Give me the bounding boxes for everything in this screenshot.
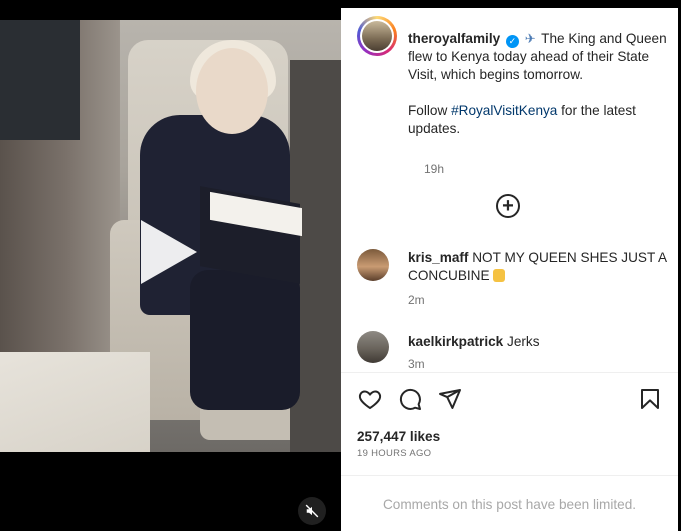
heart-icon <box>358 390 382 410</box>
avatar-image <box>362 21 392 51</box>
person-legs <box>190 270 300 410</box>
like-button[interactable] <box>355 384 385 414</box>
caption-hashtag[interactable]: #RoyalVisitKenya <box>451 103 557 118</box>
video-pane[interactable] <box>0 8 341 531</box>
caption-follow-prefix: Follow <box>408 103 452 118</box>
caption-time: 19h <box>424 162 445 176</box>
save-button[interactable] <box>635 384 665 414</box>
airplane-emoji-icon: ✈ <box>524 31 536 46</box>
comment-button[interactable] <box>395 384 425 414</box>
top-strip <box>0 0 681 8</box>
avatar[interactable] <box>357 16 397 56</box>
comment-body: kris_maff NOT MY QUEEN SHES JUST A CONCU… <box>408 249 668 285</box>
comment-time: 3m <box>408 357 425 371</box>
verified-badge-icon: ✓ <box>505 35 519 48</box>
plus-circle-icon: + <box>502 195 514 217</box>
share-button[interactable] <box>435 384 465 414</box>
caption-text: theroyalfamily ✓ ✈ The King and Queen fl… <box>408 30 670 138</box>
person-head <box>196 48 268 134</box>
comment-bubble-icon <box>399 388 421 410</box>
likes-count[interactable]: 257,447 likes <box>357 429 440 444</box>
mute-button[interactable] <box>298 497 326 525</box>
avatar[interactable] <box>357 331 389 363</box>
divider <box>341 372 678 373</box>
bookmark-icon <box>641 389 659 409</box>
muted-speaker-icon <box>305 504 319 518</box>
comment-time: 2m <box>408 293 425 307</box>
caption-username[interactable]: theroyalfamily <box>408 31 500 46</box>
action-bar <box>357 384 662 414</box>
comment-text: Jerks <box>507 334 540 349</box>
table-corner <box>0 352 150 452</box>
divider <box>341 475 678 476</box>
video-frame[interactable] <box>0 20 341 452</box>
comment-username[interactable]: kris_maff <box>408 250 468 265</box>
load-more-comments-button[interactable]: + <box>496 194 520 218</box>
avatar[interactable] <box>357 249 389 281</box>
raised-fist-emoji-icon <box>493 269 506 282</box>
play-icon[interactable] <box>141 220 197 284</box>
comments-limited-notice: Comments on this post have been limited. <box>382 497 637 512</box>
comment-username[interactable]: kaelkirkpatrick <box>408 334 503 349</box>
post-info-pane: theroyalfamily ✓ ✈ The King and Queen fl… <box>341 8 678 531</box>
post-date: 19 HOURS AGO <box>357 448 432 459</box>
comment-body: kaelkirkpatrick Jerks <box>408 333 668 351</box>
cabin-window <box>0 20 80 140</box>
paper-plane-icon <box>439 389 461 409</box>
